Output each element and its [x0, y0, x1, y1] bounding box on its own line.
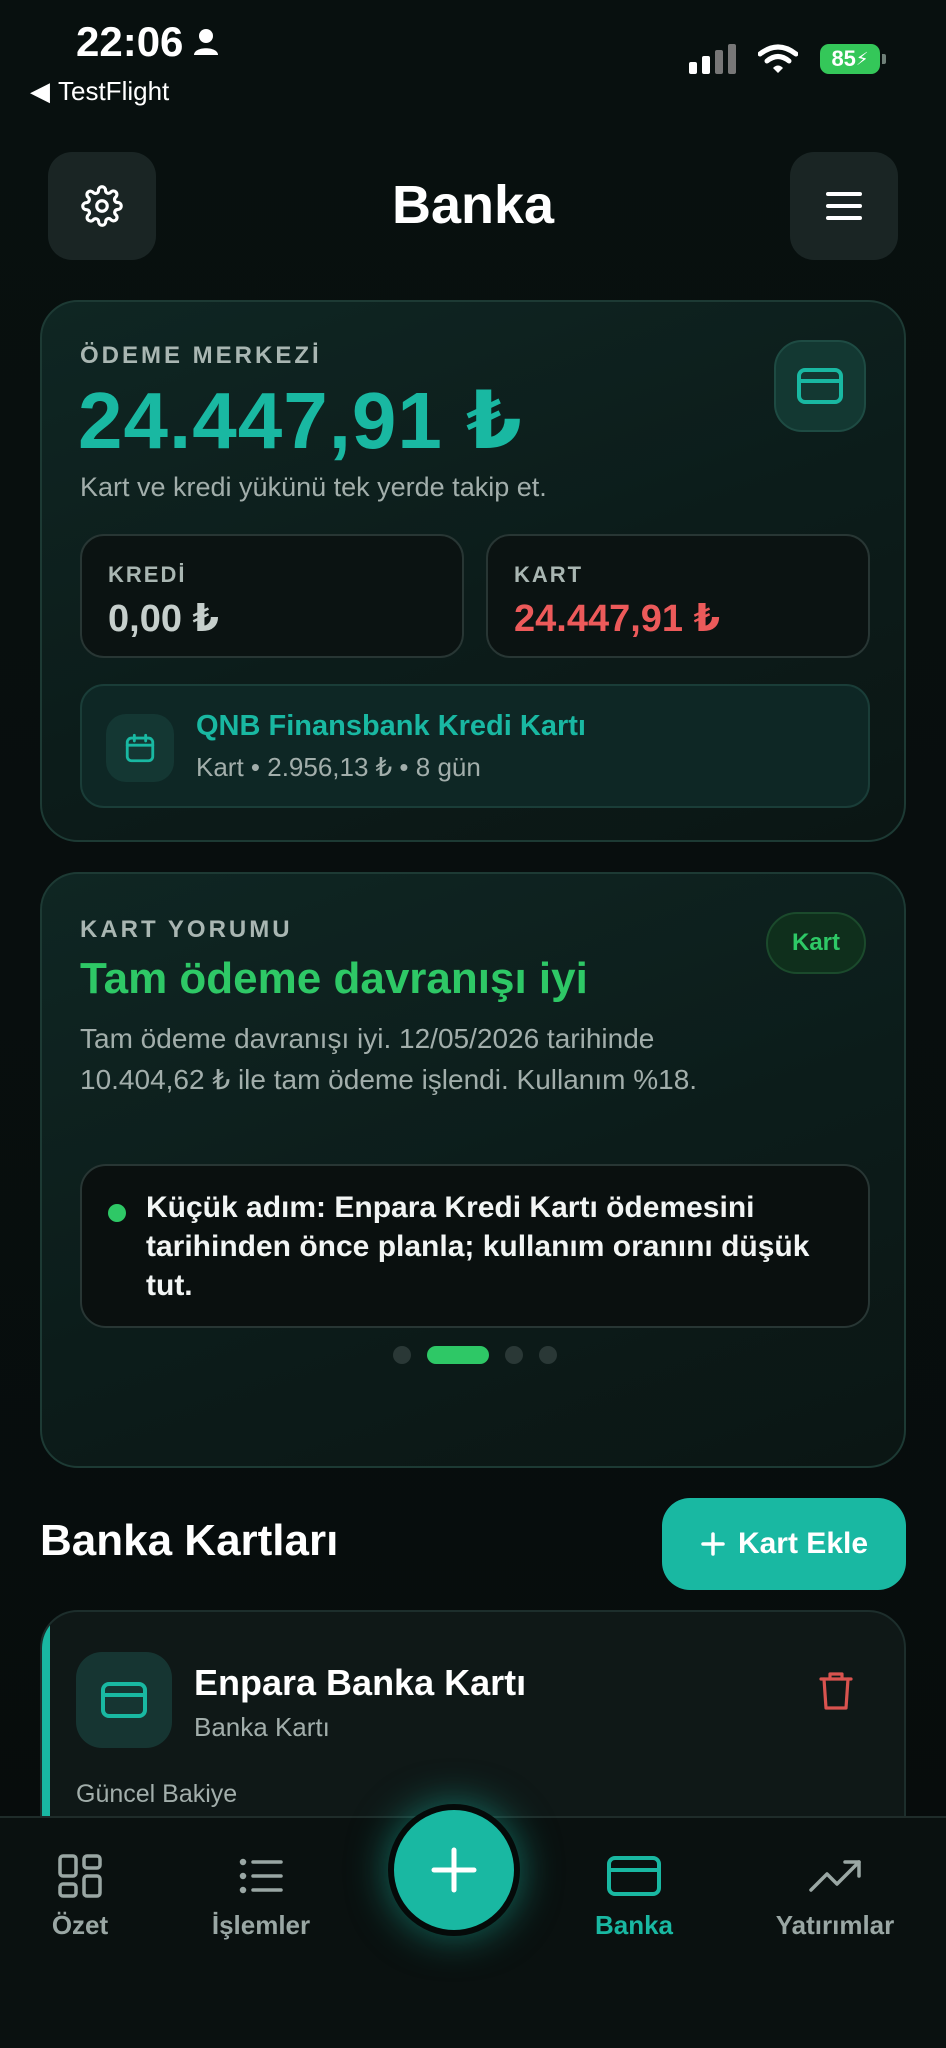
credit-card-icon — [797, 368, 843, 404]
bank-card-type: Banka Kartı — [194, 1712, 330, 1742]
nav-item-banka[interactable]: Banka — [594, 1852, 674, 1941]
card-review-label: KART YORUMU — [80, 916, 293, 943]
total-debt-amount: 24.447,91 ₺ — [78, 376, 523, 465]
back-arrow-icon: ◀ — [30, 76, 50, 106]
credit-label: KREDİ — [108, 562, 187, 587]
card-stat-box[interactable]: KART 24.447,91 ₺ — [486, 534, 870, 658]
nav-label-yatirimlar: Yatırımlar — [775, 1910, 895, 1940]
list-icon — [239, 1858, 283, 1894]
card-review-badge: Kart — [765, 912, 866, 974]
bank-card-balance-label: Güncel Bakiye — [76, 1780, 238, 1808]
delete-card-button[interactable] — [818, 1670, 854, 1717]
bank-cards-title: Banka Kartları — [40, 1516, 339, 1565]
nav-item-islemler[interactable]: İşlemler — [206, 1852, 316, 1941]
payment-center-subtitle: Kart ve kredi yükünü tek yerde takip et. — [80, 472, 547, 502]
bank-card-icon-wrapper — [76, 1652, 172, 1748]
status-time-text: 22:06 — [76, 18, 184, 65]
card-icon — [607, 1856, 661, 1896]
credit-card-icon — [101, 1682, 147, 1718]
bottom-navigation: Özet İşlemler Banka Yatırımlar — [0, 1804, 946, 2048]
add-card-label: Kart Ekle — [737, 1527, 869, 1560]
bank-screen: 22:06 ◀ TestFlight 85 ⚡ Banka ÖDEME MERK… — [0, 0, 946, 2048]
upcoming-payment-title: QNB Finansbank Kredi Kartı — [196, 710, 586, 742]
upcoming-payment-detail: Kart • 2.956,13 ₺ • 8 gün — [196, 752, 481, 782]
carousel-pagination[interactable] — [42, 1346, 908, 1364]
add-transaction-fab[interactable] — [388, 1804, 520, 1936]
payment-center-label: ÖDEME MERKEZİ — [80, 342, 322, 369]
card-review-card: KART YORUMU Kart Tam ödeme davranışı iyi… — [40, 872, 906, 1468]
nav-item-ozet[interactable]: Özet — [44, 1852, 116, 1941]
menu-button[interactable] — [790, 152, 898, 260]
add-card-button[interactable]: Kart Ekle — [662, 1498, 906, 1590]
card-label: KART — [514, 562, 584, 587]
plus-icon — [701, 1532, 725, 1556]
page-header: Banka — [48, 152, 898, 260]
cellular-signal-icon — [689, 44, 736, 74]
page-dot-1[interactable] — [393, 1346, 411, 1364]
nav-label-islemler: İşlemler — [211, 1910, 311, 1940]
battery-level: 85 — [831, 46, 856, 71]
wifi-icon — [758, 44, 798, 73]
calendar-icon — [125, 733, 155, 763]
card-value: 24.447,91 ₺ — [514, 598, 721, 640]
status-indicators: 85 ⚡ — [689, 44, 886, 74]
card-review-description: Tam ödeme davranışı iyi. 12/05/2026 tari… — [80, 1023, 698, 1095]
battery-icon: 85 ⚡ — [820, 44, 886, 74]
plus-icon — [431, 1847, 477, 1893]
nav-label-banka: Banka — [594, 1910, 674, 1940]
page-dot-4[interactable] — [539, 1346, 557, 1364]
payment-card-button[interactable] — [774, 340, 866, 432]
status-bar: 22:06 ◀ TestFlight 85 ⚡ — [0, 0, 946, 115]
nav-label-ozet: Özet — [51, 1910, 109, 1940]
hamburger-menu-icon — [826, 192, 862, 220]
grid-icon — [58, 1854, 102, 1898]
card-review-tip: Küçük adım: Enpara Kredi Kartı ödemesini… — [80, 1164, 870, 1328]
credit-stat-box[interactable]: KREDİ 0,00 ₺ — [80, 534, 464, 658]
due-icon-wrapper — [106, 714, 174, 782]
nav-item-yatirimlar[interactable]: Yatırımlar — [774, 1852, 896, 1941]
trending-up-icon — [809, 1860, 861, 1892]
back-to-app-link[interactable]: ◀ TestFlight — [30, 76, 169, 107]
person-icon — [194, 29, 219, 55]
trash-icon — [819, 1672, 853, 1710]
card-review-headline: Tam ödeme davranışı iyi — [80, 954, 588, 1003]
bank-card-name: Enpara Banka Kartı — [194, 1662, 527, 1703]
payment-center-card: ÖDEME MERKEZİ 24.447,91 ₺ Kart ve kredi … — [40, 300, 906, 842]
status-time: 22:06 — [76, 18, 219, 66]
tip-status-dot — [108, 1204, 126, 1222]
page-dot-2[interactable] — [427, 1346, 489, 1364]
upcoming-payment-item[interactable]: QNB Finansbank Kredi Kartı Kart • 2.956,… — [80, 684, 870, 808]
page-title: Banka — [391, 175, 555, 235]
tip-text: Küçük adım: Enpara Kredi Kartı ödemesini… — [146, 1191, 810, 1302]
credit-value: 0,00 ₺ — [108, 598, 219, 640]
page-dot-3[interactable] — [505, 1346, 523, 1364]
back-app-label: TestFlight — [58, 76, 170, 106]
